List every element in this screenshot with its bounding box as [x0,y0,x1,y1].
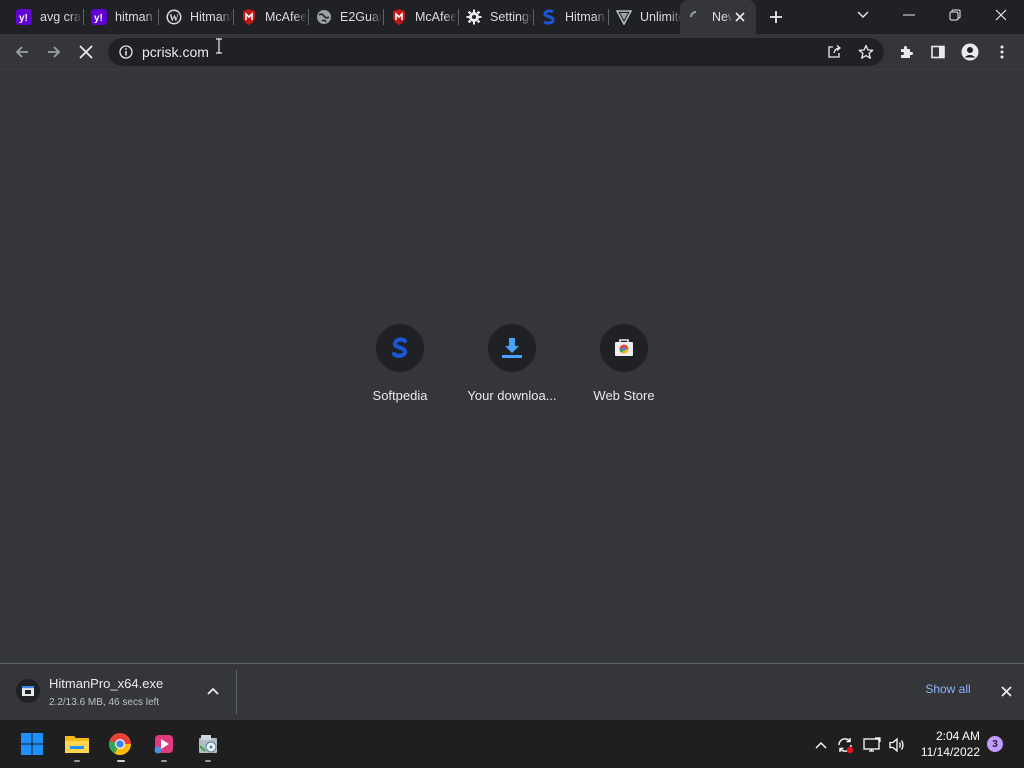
restore-button[interactable] [932,0,978,30]
tab-hitman-softpedia[interactable]: Hitman [533,0,607,34]
network-icon[interactable] [861,734,883,756]
share-icon[interactable] [820,38,848,66]
download-filename[interactable]: HitmanPro_x64.exe [49,676,163,691]
yahoo-icon: y! [16,9,32,25]
windows-start-icon[interactable] [17,728,47,760]
new-tab-page: Softpedia Your downloa... Web Store [0,70,1024,663]
site-info-icon[interactable] [112,38,140,66]
tab-title: Hitman [565,10,605,24]
chevron-up-icon[interactable] [203,681,223,701]
tab-hitmanpro-wordpress[interactable]: W HitmanPro [158,0,232,34]
tab-unlimited[interactable]: Unlimited [608,0,682,34]
tab-title: HitmanPro [190,10,232,24]
yahoo-icon: y! [91,9,107,25]
shortcut-label: Softpedia [372,388,428,403]
shortcut-your-downloads[interactable]: Your downloa... [456,322,568,412]
chevron-up-icon[interactable] [810,734,832,756]
notification-badge[interactable]: 3 [987,736,1003,752]
screen: y! avg crack y! hitman pro W HitmanPro M… [0,0,1024,768]
side-panel-icon[interactable] [924,38,952,66]
close-window-button[interactable] [978,0,1024,30]
tab-mcafee-2[interactable]: McAfee [383,0,457,34]
extensions-puzzle-icon[interactable] [892,38,920,66]
address-bar[interactable] [108,38,884,66]
menu-kebab-icon[interactable] [988,38,1016,66]
tab-title: hitman pro [115,10,157,24]
download-icon [488,324,536,372]
clock-time[interactable]: 2:04 AM [916,729,980,743]
close-download-bar-icon[interactable] [996,681,1016,701]
tab-title: McAfee [415,10,457,24]
unlimited-icon [616,9,632,25]
wordpress-icon: W [166,9,182,25]
tab-title: E2Guardian [340,10,382,24]
webstore-icon [600,324,648,372]
media-app-icon[interactable] [149,728,179,760]
taskbar-running-indicator [74,760,80,762]
download-bar [0,663,1024,720]
tab-avg-crack[interactable]: y! avg crack [8,0,82,34]
tab-close-icon[interactable] [732,9,748,25]
text-cursor-icon [214,38,224,54]
download-file-icon[interactable] [16,679,40,703]
stop-loading-button[interactable] [72,38,100,66]
softpedia-icon [541,9,557,25]
shortcut-label: Your downloa... [467,388,557,403]
tab-strip: y! avg crack y! hitman pro W HitmanPro M… [0,0,1024,34]
tab-title: McAfee [265,10,307,24]
back-button[interactable] [8,38,36,66]
tab-e2guardian[interactable]: E2Guardian [308,0,382,34]
chrome-icon[interactable] [105,728,135,760]
svg-text:y!: y! [94,13,103,24]
loading-icon [688,9,704,25]
gear-icon [466,9,482,25]
taskbar-running-indicator [161,760,167,762]
tab-title: Settings [490,10,532,24]
file-explorer-icon[interactable] [62,728,92,760]
svg-text:y!: y! [19,13,28,24]
clock-date[interactable]: 11/14/2022 [906,745,980,759]
taskbar-running-indicator [205,760,211,762]
shortcut-web-store[interactable]: Web Store [568,322,680,412]
volume-icon[interactable] [886,734,908,756]
globe-icon [316,9,332,25]
tab-search-chevron-icon[interactable] [840,0,886,30]
tab-new-tab[interactable]: New Tab [680,0,756,34]
mcafee-icon [241,9,257,25]
download-status: 2.2/13.6 MB, 46 secs left [49,697,160,708]
shortcut-softpedia[interactable]: Softpedia [344,322,456,412]
tab-title: Unlimited [640,10,682,24]
tab-hitman-pro[interactable]: y! hitman pro [83,0,157,34]
bookmark-star-icon[interactable] [852,38,880,66]
mcafee-icon [391,9,407,25]
tab-mcafee-1[interactable]: McAfee [233,0,307,34]
divider [236,670,237,714]
minimize-button[interactable] [886,0,932,30]
profile-avatar-icon[interactable] [956,38,984,66]
forward-button[interactable] [40,38,68,66]
address-text[interactable]: pcrisk.com [142,43,209,61]
softpedia-icon [376,324,424,372]
tab-title: avg crack [40,10,82,24]
show-all-button[interactable]: Show all [914,682,982,696]
new-tab-button[interactable] [764,5,788,29]
svg-text:W: W [169,14,179,24]
taskbar-active-indicator [117,760,125,762]
tab-settings[interactable]: Settings [458,0,532,34]
setup-installer-icon[interactable] [193,728,223,760]
shortcut-label: Web Store [593,388,655,403]
tab-title: New Tab [712,10,732,24]
sync-alert-icon[interactable] [834,734,856,756]
